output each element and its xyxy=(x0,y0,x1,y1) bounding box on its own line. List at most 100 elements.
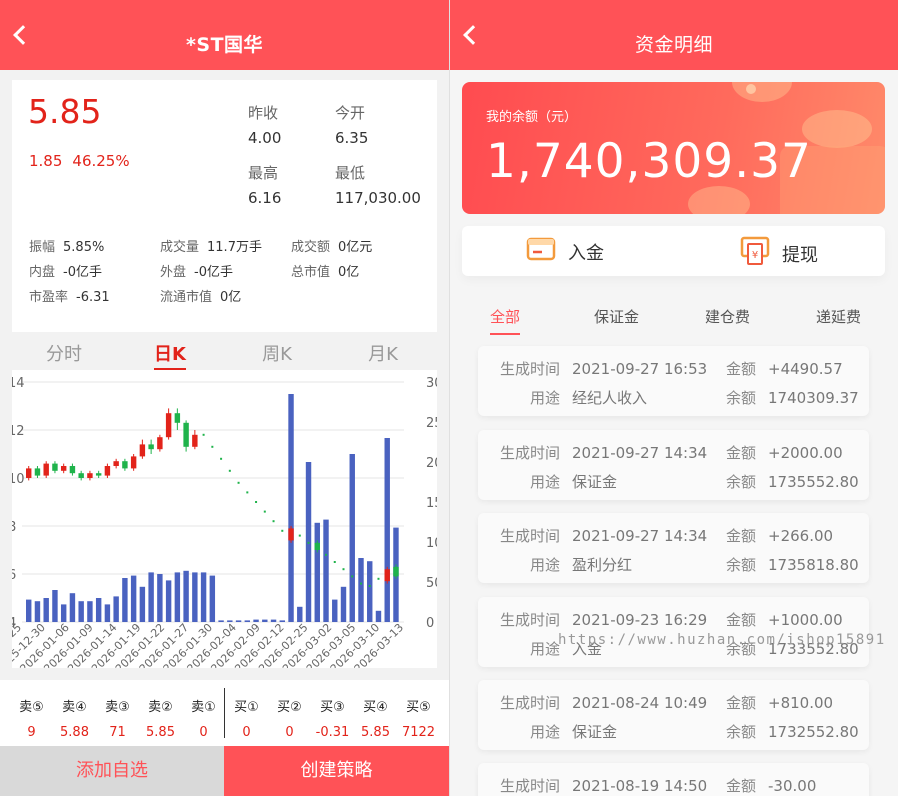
volume-bar xyxy=(375,610,382,622)
candle-dot xyxy=(333,561,336,563)
kline-svg: 4681012140501001502002503002025-12-25202… xyxy=(12,376,437,668)
record-amount-value: +1000.00 xyxy=(768,611,843,629)
withdraw-label: 提现 xyxy=(782,245,818,266)
candle-dot xyxy=(368,585,371,587)
y-right-tick: 300 xyxy=(426,376,437,391)
add-watchlist-button[interactable]: 添加自选 xyxy=(0,746,224,796)
record-usage-value: 盈利分红 xyxy=(572,556,633,574)
volume-bar xyxy=(130,575,137,622)
candle-body xyxy=(393,566,399,577)
fund-record[interactable]: 生成时间 2021-08-24 10:49 金额 +810.00 用途 保证金 余额 1732… xyxy=(478,680,869,750)
record-usage-value: 入金 xyxy=(572,640,603,658)
tab-margin[interactable]: 保证金 xyxy=(594,306,639,327)
record-amount-value: -30.00 xyxy=(768,777,817,795)
candle-body xyxy=(130,456,137,469)
record-time-label: 生成时间 xyxy=(500,444,561,462)
fund-record[interactable]: 生成时间 2021-09-23 16:29 金额 +1000.00 用途 入金 余额 1733… xyxy=(478,597,869,667)
stat-label: 市盈率 xyxy=(29,290,69,305)
sell-level-2: 卖④ 5.88 xyxy=(53,696,96,740)
balance-amount: 1,740,309.37 xyxy=(486,134,812,189)
buy-level-label: 买⑤ xyxy=(406,700,431,715)
record-time: 生成时间 2021-09-23 16:29 xyxy=(500,609,707,630)
current-price: 5.85 xyxy=(28,92,102,131)
sell-level-value: 5.85 xyxy=(146,725,175,740)
candle-dot xyxy=(359,582,362,585)
candle-dot xyxy=(246,491,249,494)
record-balance-label: 余额 xyxy=(726,723,757,741)
volume-bar xyxy=(262,619,268,622)
volume-bar xyxy=(384,438,390,622)
stat-value: 5.85% xyxy=(63,240,105,255)
high: 最高 6.16 xyxy=(248,162,281,207)
volume-bar xyxy=(314,522,320,622)
tab-intraday[interactable]: 分时 xyxy=(29,340,99,366)
volume-bar xyxy=(139,586,146,622)
sell-level-label: 卖① xyxy=(191,700,216,715)
volume-bar xyxy=(297,606,303,622)
deposit-button[interactable]: 入金 xyxy=(526,236,604,266)
record-usage: 用途 盈利分红 xyxy=(530,554,632,575)
record-amount-label: 金额 xyxy=(726,694,757,712)
fund-record[interactable]: 生成时间 2021-09-27 16:53 金额 +4490.57 用途 经纪人收入 余额 1… xyxy=(478,346,869,416)
volume-bar xyxy=(244,620,251,622)
stat-volume: 成交量 11.7万手 xyxy=(160,236,262,255)
sell-level-value: 5.88 xyxy=(60,725,89,740)
withdraw-button[interactable]: ¥ 提现 xyxy=(740,236,818,266)
record-amount-value: +4490.57 xyxy=(768,360,843,378)
record-usage: 用途 经纪人收入 xyxy=(530,387,647,408)
tab-all[interactable]: 全部 xyxy=(490,306,521,335)
record-amount: 金额 +810.00 xyxy=(726,692,833,713)
tab-daily-k[interactable]: 日K xyxy=(135,340,205,370)
record-time: 生成时间 2021-09-27 16:53 xyxy=(500,358,707,379)
volume-bar xyxy=(349,454,355,622)
stat-label: 流通市值 xyxy=(160,290,213,305)
stat-value: -6.31 xyxy=(76,290,110,305)
volume-bar xyxy=(148,572,154,622)
buy-level-value: 7122 xyxy=(401,725,436,740)
candle-body xyxy=(104,466,111,476)
tab-deferral-fee[interactable]: 递延费 xyxy=(816,306,861,327)
record-balance-value: 1735818.80 xyxy=(768,556,859,574)
tab-monthly-k[interactable]: 月K xyxy=(348,340,418,366)
volume-bar xyxy=(113,596,119,622)
volume-bar xyxy=(332,599,338,622)
candle-body xyxy=(192,434,198,447)
buy-level-label: 买② xyxy=(277,700,302,715)
record-balance: 余额 1740309.37 xyxy=(726,387,859,408)
candle-dot xyxy=(298,534,301,537)
fund-record[interactable]: 生成时间 2021-09-27 14:34 金额 +2000.00 用途 保证金 余额 173… xyxy=(478,430,869,500)
coin-decoration xyxy=(746,84,756,94)
volume-bar xyxy=(122,578,128,622)
stat-value: 0亿元 xyxy=(338,240,373,255)
volume-bar xyxy=(174,572,181,622)
candle-body xyxy=(384,569,390,582)
balance-label: 我的余额（元） xyxy=(486,110,578,125)
stat-value: 11.7万手 xyxy=(207,240,262,255)
svg-text:¥: ¥ xyxy=(752,250,758,261)
y-right-tick: 150 xyxy=(426,496,437,511)
buy-level-label: 买① xyxy=(234,700,259,715)
candle-body xyxy=(165,413,172,438)
fund-record[interactable]: 生成时间 2021-09-27 14:34 金额 +266.00 用途 盈利分红 余额 173… xyxy=(478,513,869,583)
record-amount-label: 金额 xyxy=(726,611,757,629)
candle-dot xyxy=(325,553,328,556)
candle-body xyxy=(183,422,189,447)
stat-value: 0亿 xyxy=(220,290,242,305)
record-balance: 余额 1735552.80 xyxy=(726,471,859,492)
sell-level-3: 卖③ 71 xyxy=(96,696,139,740)
buy-level-5: 买⑤ 7122 xyxy=(397,696,440,740)
change-percent: 46.25% xyxy=(72,152,130,170)
record-time-label: 生成时间 xyxy=(500,527,561,545)
fund-record[interactable]: 生成时间2021-08-19 14:50金额-30.00用途余额 xyxy=(478,763,869,796)
record-time-label: 生成时间 xyxy=(500,611,561,629)
record-usage-value: 保证金 xyxy=(572,473,618,491)
record-balance-value: 1740309.37 xyxy=(768,389,859,407)
candle-body xyxy=(113,461,119,466)
volume-bar xyxy=(192,572,198,622)
tab-opening-fee[interactable]: 建仓费 xyxy=(705,306,750,327)
record-usage-label: 用途 xyxy=(530,640,561,658)
stat-label: 内盘 xyxy=(29,265,56,280)
tab-weekly-k[interactable]: 周K xyxy=(242,340,312,366)
buy-level-value: 0 xyxy=(242,725,251,740)
create-strategy-button[interactable]: 创建策略 xyxy=(224,746,449,796)
